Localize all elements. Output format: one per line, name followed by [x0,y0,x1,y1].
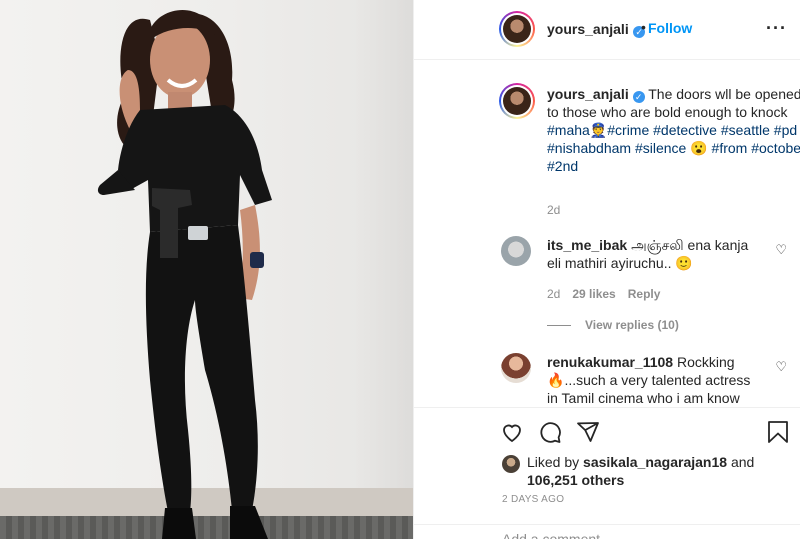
bookmark-icon[interactable] [767,420,789,444]
share-icon[interactable] [576,420,600,444]
liked-by-and: and [730,454,755,470]
hashtag-link[interactable]: #from [712,140,748,156]
caption-username[interactable]: yours_anjali [547,86,629,102]
separator-dot: • [641,19,646,35]
liked-by-text: Liked by sasikala_nagarajan18 and 106,25… [527,453,777,489]
heart-icon[interactable] [500,420,524,444]
post-actions: Liked by sasikala_nagarajan18 and 106,25… [414,407,800,539]
reply-button[interactable]: Reply [628,287,661,301]
comment-text: renukakumar_1108 Rockking 🔥...such a ver… [547,353,752,407]
comment-username[interactable]: renukakumar_1108 [547,354,673,370]
hashtag-link[interactable]: #crime #detective #seattle [607,122,770,138]
commenter-avatar[interactable] [501,353,531,383]
post-sidebar: yours_anjali ✓ • Follow ··· yours_anjali… [413,0,800,539]
comment-timestamp[interactable]: 2d [547,287,560,301]
author-username[interactable]: yours_anjali [547,21,629,37]
comments-section[interactable]: yours_anjali ✓ The doors wll be opened t… [414,61,800,407]
replies-divider [547,324,571,326]
follow-button[interactable]: Follow [648,20,692,36]
comment-icon[interactable] [538,420,562,444]
caption-text: yours_anjali ✓ The doors wll be opened t… [547,85,800,175]
view-replies-label: View replies (10) [585,318,679,332]
comment-text: its_me_ibak அஞ்சலி ena kanja eli mathiri… [547,236,752,272]
comment-username[interactable]: its_me_ibak [547,237,627,253]
view-replies-button[interactable]: View replies (10) [547,318,679,332]
smile-emoji-icon: 🙂 [675,255,693,271]
post-header: yours_anjali ✓ • Follow ··· [414,0,800,60]
verified-badge-icon: ✓ [632,91,645,103]
likes-count[interactable]: 106,251 others [527,472,624,488]
comment-meta: 2d 29 likes Reply [547,287,660,301]
liker-avatar[interactable] [502,455,520,473]
author-username-row: yours_anjali ✓ [547,21,646,39]
comment-like-heart-icon[interactable]: ♡ [775,359,787,375]
add-comment-input[interactable]: Add a comment... [502,531,612,539]
liker-username[interactable]: sasikala_nagarajan18 [583,454,727,470]
police-emoji-icon: 👮 [589,122,608,138]
author-avatar[interactable] [499,11,535,47]
add-comment-bar[interactable]: Add a comment... [414,524,800,539]
caption-avatar[interactable] [499,83,535,119]
hashtag-link[interactable]: #maha [547,122,590,138]
more-options-icon[interactable]: ··· [766,18,787,39]
comment-body-start: Rockking [676,354,735,370]
comment-likes[interactable]: 29 likes [572,287,615,301]
fire-emoji-icon: 🔥 [547,372,565,388]
caption-timestamp[interactable]: 2d [547,203,560,217]
commenter-avatar[interactable] [501,236,531,266]
liked-by-prefix: Liked by [527,454,580,470]
post-photo[interactable] [0,0,413,539]
woman-figure [97,10,272,539]
surprised-emoji-icon: 😮 [690,140,708,156]
post-timestamp[interactable]: 2 DAYS AGO [502,494,564,505]
comment-like-heart-icon[interactable]: ♡ [775,242,787,258]
comment-body-rest: ...such a very talented actress in Tamil… [547,372,751,406]
